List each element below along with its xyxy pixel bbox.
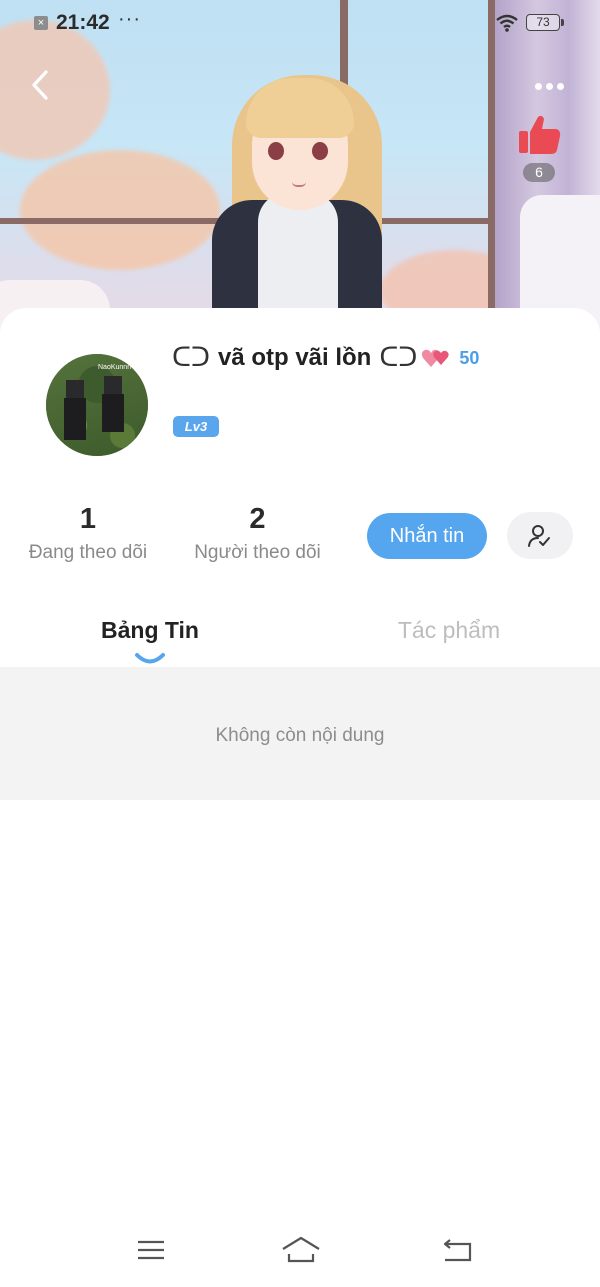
name-decoration: ᑕᑐ (379, 343, 418, 373)
avatar-background (46, 354, 148, 456)
cover-banner (0, 0, 600, 330)
back-arrow-icon[interactable] (26, 68, 56, 102)
notification-icon: × (34, 16, 48, 30)
followers-count: 2 (249, 503, 266, 535)
avatar-figure (66, 380, 84, 398)
avatar-figure (64, 398, 86, 440)
level-badge: Lv3 (173, 416, 219, 437)
avatar-tag: NaoKunnn (98, 364, 132, 371)
avatar-figure (102, 394, 124, 432)
user-check-icon (528, 525, 550, 547)
followers-label: Người theo dõi (194, 542, 321, 563)
followers-stat[interactable]: 2 Người theo dõi (185, 503, 330, 564)
menu-icon[interactable] (135, 1234, 167, 1266)
profile-name: vã otp vãi lồn (217, 344, 372, 371)
back-nav-icon[interactable] (441, 1234, 473, 1266)
empty-feed-message: Không còn nội dung (215, 725, 385, 746)
active-tab-indicator (135, 653, 165, 664)
status-bar: × 21:42 ··· 73 (0, 0, 600, 46)
following-label: Đang theo dõi (28, 542, 148, 563)
cloud-decoration (20, 150, 220, 270)
character-eye (268, 142, 284, 160)
battery-tip (561, 19, 564, 26)
character-hoodie (258, 192, 338, 320)
character-eye (312, 142, 328, 160)
message-button[interactable]: Nhắn tin (367, 513, 487, 559)
popularity-count: 50 (459, 347, 480, 368)
feed-area: Không còn nội dung (0, 667, 600, 800)
battery-indicator: 73 (526, 14, 560, 31)
tab-news-feed[interactable]: Bảng Tin (90, 617, 210, 644)
status-more-dots: ··· (118, 8, 141, 30)
like-count: 6 (523, 163, 555, 182)
following-count: 1 (79, 503, 97, 535)
thumbs-up-icon[interactable] (516, 112, 562, 158)
avatar[interactable]: NaoKunnn (46, 354, 148, 456)
profile-name-row: ᑕᑐ vã otp vãi lồn ᑕᑐ 50 (172, 338, 479, 378)
wifi-icon (496, 14, 518, 32)
avatar-figure (104, 376, 122, 394)
status-time: 21:42 (56, 11, 110, 34)
following-stat[interactable]: 1 Đang theo dõi (18, 503, 158, 564)
follow-button[interactable] (507, 512, 573, 559)
hearts-icon (422, 349, 449, 367)
tab-works[interactable]: Tác phẩm (384, 617, 514, 644)
name-decoration: ᑕᑐ (172, 343, 210, 373)
home-icon[interactable] (281, 1234, 321, 1266)
more-options-icon[interactable] (535, 77, 575, 91)
